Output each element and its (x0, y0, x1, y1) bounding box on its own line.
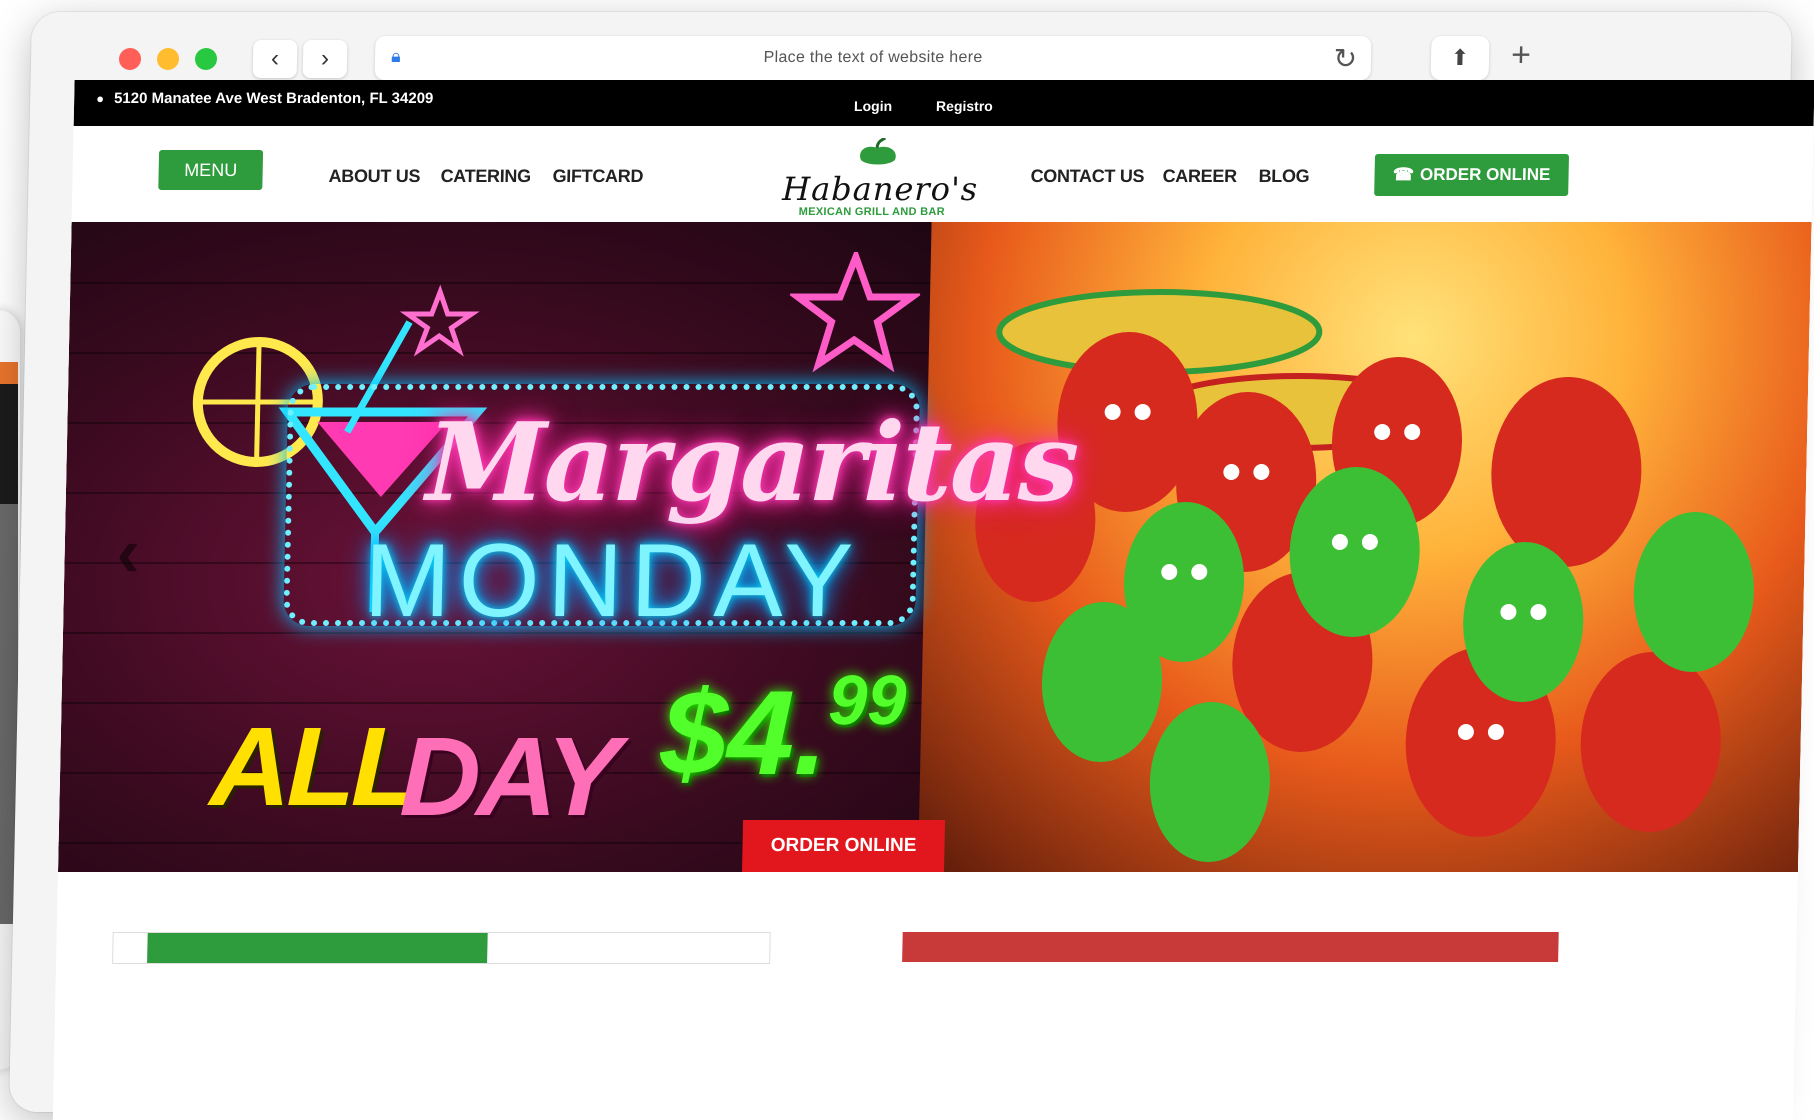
promo-card-strip (147, 933, 488, 963)
order-online-button[interactable]: ☎ ORDER ONLINE (1374, 154, 1570, 196)
nav-catering[interactable]: CATERING (440, 166, 531, 187)
nav-blog[interactable]: BLOG (1258, 166, 1309, 187)
peppers-illustration (917, 222, 1812, 872)
hero-order-online-button[interactable]: ORDER ONLINE (741, 820, 946, 872)
nav-contact-us[interactable]: CONTACT US (1030, 166, 1144, 187)
chevron-left-icon: ‹ (270, 45, 280, 72)
address-info: ● 5120 Manatee Ave West Bradenton, FL 342… (96, 90, 434, 107)
peppers-image (975, 289, 1754, 862)
top-info-bar: ● 5120 Manatee Ave West Bradenton, FL 342… (73, 80, 1814, 126)
close-window-button[interactable] (118, 48, 142, 70)
maximize-window-button[interactable] (194, 48, 218, 70)
neon-star-icon (788, 252, 921, 372)
browser-window: ‹ › 🔒︎ Place the text of website here ↻ … (8, 12, 1814, 1120)
web-page: ● 5120 Manatee Ave West Bradenton, FL 342… (52, 80, 1814, 1120)
address-bar-text: Place the text of website here (763, 49, 983, 66)
chevron-right-icon: › (320, 45, 330, 72)
habaneros-logo[interactable]: Habanero's MEXICAN GRILL AND BAR (781, 138, 979, 218)
ghost-band-dark (0, 384, 18, 504)
phone-icon: ☎ (1392, 165, 1415, 184)
hero-title: Margaritas (425, 400, 1079, 526)
pepper-logo-icon (860, 138, 896, 165)
hero-price: $4.99 (659, 661, 908, 802)
price-main: $4. (659, 666, 830, 800)
reload-icon[interactable]: ↻ (1333, 42, 1357, 75)
promo-card-right[interactable] (902, 932, 1559, 962)
hero-day-text: DAY (398, 714, 618, 839)
nav-about-us[interactable]: ABOUT US (328, 166, 420, 187)
minimize-window-button[interactable] (156, 48, 180, 70)
address-text: 5120 Manatee Ave West Bradenton, FL 3420… (113, 90, 434, 107)
nav-career[interactable]: CAREER (1162, 166, 1237, 187)
logo-tagline: MEXICAN GRILL AND BAR (798, 206, 946, 218)
logo-name: Habanero's (781, 170, 979, 208)
slider-prev-icon[interactable]: ‹ (116, 512, 141, 592)
price-cents: 99 (827, 661, 908, 739)
ghost-band-orange (0, 362, 18, 384)
order-online-label: ORDER ONLINE (1419, 165, 1551, 184)
share-icon: ⬆ (1450, 45, 1470, 70)
main-navigation: MENU ABOUT US CATERING GIFTCARD Habanero… (71, 126, 1814, 222)
promo-card-left[interactable] (112, 932, 771, 964)
menu-button[interactable]: MENU (158, 150, 264, 190)
login-link[interactable]: Login (854, 98, 892, 114)
forward-button[interactable]: › (302, 40, 348, 78)
share-button[interactable]: ⬆ (1430, 36, 1490, 80)
hero-all-text: ALL (208, 704, 418, 829)
address-bar[interactable]: 🔒︎ Place the text of website here ↻ (374, 36, 1372, 80)
hero-subtitle: MONDAY (362, 523, 863, 639)
nav-giftcard[interactable]: GIFTCARD (552, 166, 643, 187)
new-tab-button[interactable]: + (1511, 36, 1532, 75)
below-hero-section (52, 872, 1798, 1112)
hero-banner: ‹ Margaritas MONDAY ALL DAY $4.99 ORDER … (57, 222, 1812, 872)
browser-toolbar: ‹ › 🔒︎ Place the text of website here ↻ … (31, 12, 1792, 80)
register-link[interactable]: Registro (936, 98, 993, 114)
back-button[interactable]: ‹ (252, 40, 298, 78)
location-pin-icon: ● (96, 91, 105, 106)
